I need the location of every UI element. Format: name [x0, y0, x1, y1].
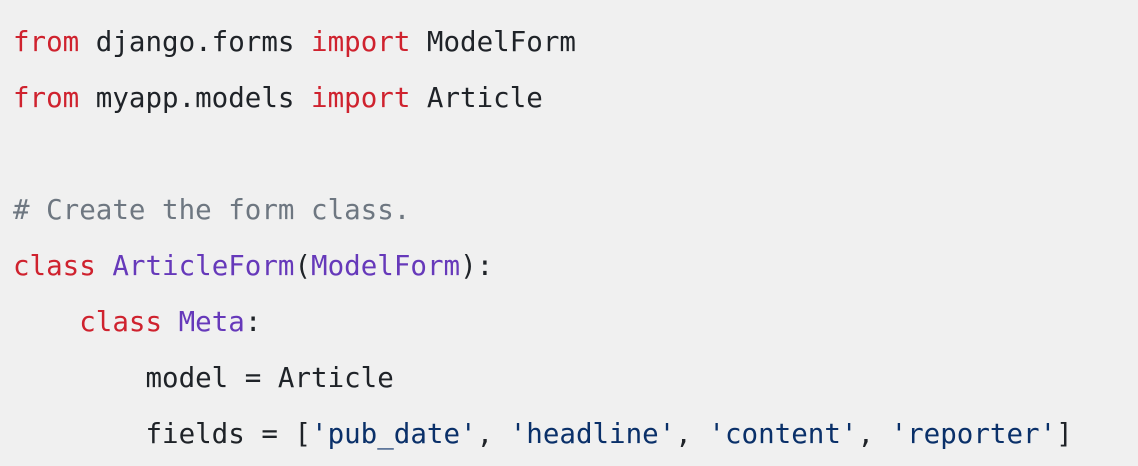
code-line-fields-assignment: fields = ['pub_date', 'headline', 'conte…: [13, 413, 1138, 466]
meta-class-name: Meta: [178, 306, 245, 338]
code-line-import-modelform: from django.forms import ModelForm: [13, 21, 1138, 77]
keyword-class: class: [79, 306, 163, 338]
code-line-model-assignment: model = Article: [13, 357, 1138, 413]
keyword-import: import: [311, 26, 411, 58]
string-headline: 'headline': [509, 418, 676, 450]
base-class-name: ModelForm: [311, 250, 461, 282]
imported-name: Article: [410, 82, 543, 114]
keyword-import: import: [311, 82, 411, 114]
code-line-meta-class: class Meta:: [13, 301, 1138, 357]
code-block: from django.forms import ModelForm from …: [0, 0, 1138, 466]
keyword-class: class: [13, 250, 96, 282]
open-paren: (: [294, 250, 312, 282]
code-comment: # Create the form class.: [13, 194, 411, 226]
string-pub-date: 'pub_date': [311, 418, 477, 450]
close-bracket: ]: [1056, 418, 1073, 450]
fields-assignment-start: fields = [: [13, 418, 312, 450]
class-name: ArticleForm: [112, 250, 295, 282]
comma: ,: [675, 418, 709, 450]
string-content: 'content': [708, 418, 858, 450]
keyword-from: from: [13, 26, 80, 58]
string-reporter: 'reporter': [890, 418, 1057, 450]
keyword-from: from: [13, 82, 80, 114]
colon: :: [244, 306, 262, 338]
model-assignment: model = Article: [13, 362, 394, 394]
imported-name: ModelForm: [410, 26, 576, 58]
code-line-class-definition: class ArticleForm(ModelForm):: [13, 245, 1138, 301]
comma: ,: [857, 418, 891, 450]
module-name: myapp.models: [79, 82, 312, 114]
close-paren-colon: ):: [460, 250, 494, 282]
code-line-import-article: from myapp.models import Article: [13, 77, 1138, 133]
module-name: django.forms: [79, 26, 312, 58]
comma: ,: [476, 418, 510, 450]
code-line-comment: # Create the form class.: [13, 189, 1138, 245]
